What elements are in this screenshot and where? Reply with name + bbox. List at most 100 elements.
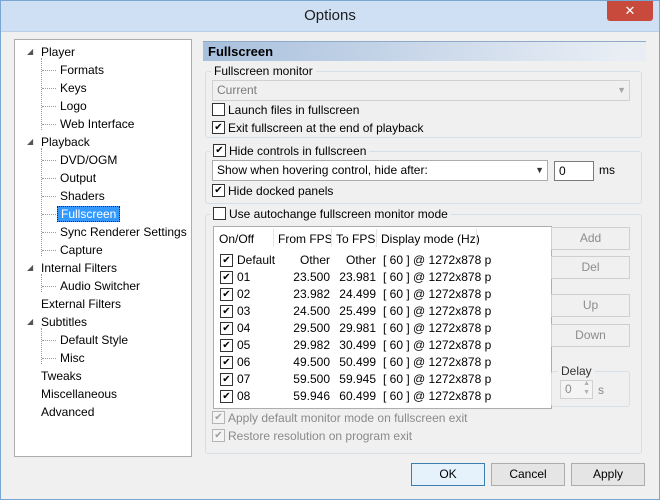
delay-spinner[interactable]: 0 ▲ ▼ <box>560 380 593 399</box>
launch-fullscreen-checkbox[interactable]: Launch files in fullscreen <box>212 102 359 118</box>
close-button[interactable]: ✕ <box>607 1 653 21</box>
cell-from: 59.946 <box>293 389 330 403</box>
tree-item-output[interactable]: Output <box>42 169 96 187</box>
restore-resolution-checkbox[interactable]: Restore resolution on program exit <box>212 428 412 444</box>
row-checkbox[interactable] <box>220 305 233 318</box>
hide-delay-unit: ms <box>599 163 615 177</box>
tree-item-player[interactable]: ◢ Player <box>27 43 76 61</box>
tree-item-default-style[interactable]: Default Style <box>42 331 128 349</box>
restore-resolution-label: Restore resolution on program exit <box>228 429 413 443</box>
tree-item-sync-renderer-settings[interactable]: Sync Renderer Settings <box>42 223 187 241</box>
tree-item-dvd-ogm[interactable]: DVD/OGM <box>42 151 117 169</box>
hide-delay-input[interactable]: 0 <box>554 161 594 181</box>
expand-arrow-icon[interactable]: ◢ <box>27 43 33 61</box>
hide-controls-label: Hide controls in fullscreen <box>229 144 367 158</box>
autochange-checkbox[interactable]: Use autochange fullscreen monitor mode <box>210 206 451 222</box>
expand-arrow-icon[interactable]: ◢ <box>27 313 33 331</box>
checkbox-icon <box>212 184 225 197</box>
expand-arrow-icon[interactable]: ◢ <box>27 133 33 151</box>
column-header-from-fps[interactable]: From FPS <box>278 230 333 248</box>
tree-item-misc[interactable]: Misc <box>42 349 85 367</box>
row-checkbox[interactable] <box>220 254 233 267</box>
title-bar[interactable]: Options ✕ <box>1 1 659 32</box>
tree-item-subtitles[interactable]: ◢ Subtitles <box>27 313 87 331</box>
column-separator <box>476 229 477 247</box>
cell-name: 06 <box>237 355 251 369</box>
tree-item-keys[interactable]: Keys <box>42 79 87 97</box>
exit-fullscreen-label: Exit fullscreen at the end of playback <box>228 121 424 135</box>
tree-item-external-filters[interactable]: External Filters <box>41 295 121 313</box>
cell-mode: [ 60 ] @ 1272x878 p <box>383 372 492 386</box>
tree-item-internal-filters[interactable]: ◢ Internal Filters <box>27 259 117 277</box>
row-checkbox[interactable] <box>220 339 233 352</box>
up-button[interactable]: Up <box>551 294 630 317</box>
column-separator <box>331 229 332 247</box>
tree-line <box>42 250 56 251</box>
table-row[interactable]: 07 59.500 59.945 [ 60 ] @ 1272x878 p <box>214 371 551 388</box>
apply-button[interactable]: Apply <box>571 463 645 486</box>
tree-item-miscellaneous[interactable]: Miscellaneous <box>41 385 117 403</box>
row-checkbox[interactable] <box>220 271 233 284</box>
ok-button[interactable]: OK <box>411 463 485 486</box>
table-row[interactable]: 08 59.946 60.499 [ 60 ] @ 1272x878 p <box>214 388 551 405</box>
tree-item-capture[interactable]: Capture <box>42 241 103 259</box>
row-checkbox[interactable] <box>220 356 233 369</box>
down-button[interactable]: Down <box>551 324 630 347</box>
cell-to: 30.499 <box>339 338 376 352</box>
hide-mode-select[interactable]: Show when hovering control, hide after: … <box>212 160 548 181</box>
hide-docked-checkbox[interactable]: Hide docked panels <box>212 183 333 199</box>
window-title: Options <box>304 7 356 24</box>
row-checkbox[interactable] <box>220 288 233 301</box>
table-row[interactable]: 06 49.500 50.499 [ 60 ] @ 1272x878 p <box>214 354 551 371</box>
tree-item-label: Player <box>41 45 76 59</box>
hide-controls-checkbox[interactable]: Hide controls in fullscreen <box>210 143 370 159</box>
column-header-onoff[interactable]: On/Off <box>219 230 254 248</box>
exit-fullscreen-checkbox[interactable]: Exit fullscreen at the end of playback <box>212 120 423 136</box>
chevron-down-icon: ▼ <box>617 85 626 95</box>
tree-item-playback[interactable]: ◢ Playback <box>27 133 90 151</box>
table-row[interactable]: 04 29.500 29.981 [ 60 ] @ 1272x878 p <box>214 320 551 337</box>
row-checkbox[interactable] <box>220 390 233 403</box>
tree-item-web-interface[interactable]: Web Interface <box>42 115 134 133</box>
tree-item-audio-switcher[interactable]: Audio Switcher <box>42 277 140 295</box>
cell-mode: [ 60 ] @ 1272x878 p <box>383 253 492 267</box>
delay-title: Delay <box>558 364 595 378</box>
column-header-display-mode[interactable]: Display mode (Hz) <box>381 230 480 248</box>
table-row[interactable]: 03 24.500 25.499 [ 60 ] @ 1272x878 p <box>214 303 551 320</box>
cell-mode: [ 60 ] @ 1272x878 p <box>383 270 492 284</box>
display-mode-table[interactable]: On/Off From FPS To FPS Display mode (Hz)… <box>213 226 552 409</box>
table-row[interactable]: 02 23.982 24.499 [ 60 ] @ 1272x878 p <box>214 286 551 303</box>
tree-item-logo[interactable]: Logo <box>42 97 87 115</box>
table-row[interactable]: 05 29.982 30.499 [ 60 ] @ 1272x878 p <box>214 337 551 354</box>
tree-item-advanced[interactable]: Advanced <box>41 403 94 421</box>
monitor-select[interactable]: Current ▼ <box>212 80 630 101</box>
tree-line <box>42 106 56 107</box>
tree-item-tweaks[interactable]: Tweaks <box>41 367 82 385</box>
expand-arrow-icon[interactable]: ◢ <box>27 259 33 277</box>
column-header-to-fps[interactable]: To FPS <box>336 230 375 248</box>
tree-item-label: Advanced <box>41 405 95 419</box>
column-separator <box>273 229 274 247</box>
apply-default-mode-label: Apply default monitor mode on fullscreen… <box>228 411 468 425</box>
tree-item-formats[interactable]: Formats <box>42 61 104 79</box>
cell-name: 07 <box>237 372 251 386</box>
cancel-button[interactable]: Cancel <box>491 463 565 486</box>
tree-item-shaders[interactable]: Shaders <box>42 187 105 205</box>
apply-default-mode-checkbox[interactable]: Apply default monitor mode on fullscreen… <box>212 410 467 426</box>
table-row[interactable]: Default Other Other [ 60 ] @ 1272x878 p <box>214 252 551 269</box>
add-button[interactable]: Add <box>551 227 630 250</box>
tree-item-label: Shaders <box>60 189 105 203</box>
cell-to: 23.981 <box>339 270 376 284</box>
tree-line <box>42 232 56 233</box>
tree-item-label: External Filters <box>41 297 122 311</box>
page-title: Fullscreen <box>203 41 646 61</box>
checkbox-icon <box>212 103 225 116</box>
del-button[interactable]: Del <box>551 256 630 279</box>
tree-line <box>41 58 42 130</box>
cell-to: 50.499 <box>339 355 376 369</box>
row-checkbox[interactable] <box>220 322 233 335</box>
tree-item-fullscreen[interactable]: Fullscreen <box>42 205 121 223</box>
options-tree[interactable]: ◢ Player Formats Keys Logo Web Interface ◢ Play… <box>14 39 192 457</box>
table-row[interactable]: 01 23.500 23.981 [ 60 ] @ 1272x878 p <box>214 269 551 286</box>
row-checkbox[interactable] <box>220 373 233 386</box>
